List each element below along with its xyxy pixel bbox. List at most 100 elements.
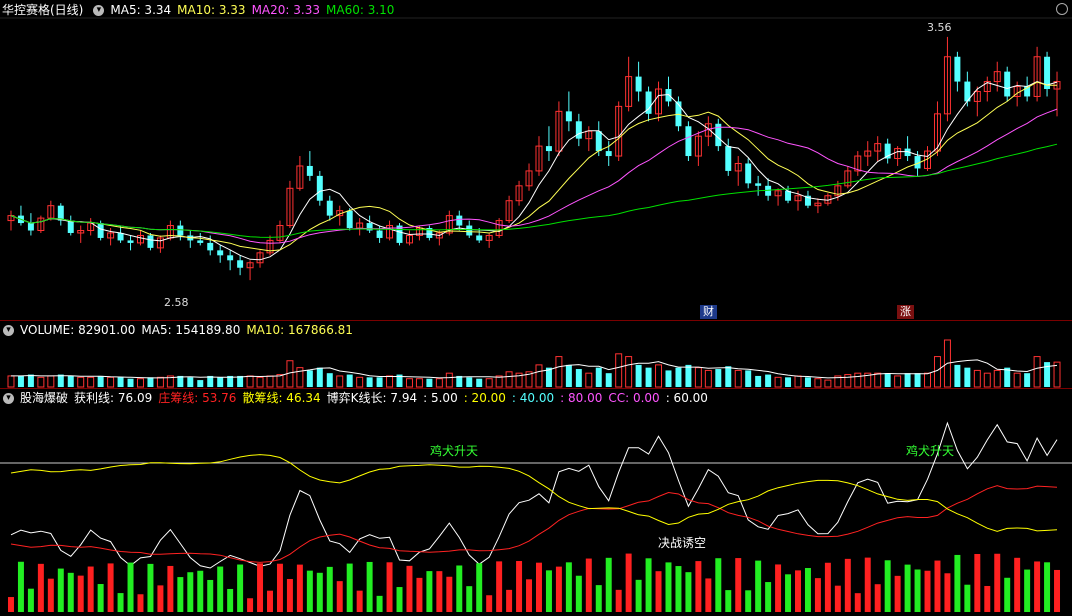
volume-bar bbox=[47, 375, 55, 388]
histogram-bar bbox=[615, 589, 622, 612]
histogram-bar bbox=[785, 574, 792, 612]
volume-bar bbox=[306, 370, 313, 387]
histogram-bar bbox=[396, 587, 403, 612]
histogram-bar bbox=[147, 563, 154, 612]
histogram-bar bbox=[844, 558, 851, 612]
volume-bar bbox=[884, 373, 891, 387]
volume-bar bbox=[127, 378, 134, 387]
histogram-bar bbox=[814, 578, 821, 612]
histogram-bar bbox=[735, 558, 742, 612]
volume-bar bbox=[595, 367, 602, 387]
histogram-bar bbox=[685, 572, 692, 612]
volume-bar bbox=[435, 378, 443, 388]
histogram-bar bbox=[625, 553, 632, 612]
candle-body bbox=[306, 165, 313, 176]
histogram-bar bbox=[725, 590, 732, 612]
volume-bar bbox=[854, 372, 862, 388]
histogram-bar bbox=[346, 563, 353, 612]
histogram-bar bbox=[804, 568, 811, 612]
gain-line bbox=[10, 421, 1058, 569]
candle-body bbox=[326, 200, 333, 216]
histogram-bar bbox=[874, 584, 881, 612]
ma20-line bbox=[10, 108, 1058, 244]
volume-bar bbox=[266, 375, 274, 388]
finance-marker[interactable]: 财 bbox=[700, 305, 717, 319]
histogram-bar bbox=[964, 584, 971, 612]
histogram-bar bbox=[526, 579, 533, 612]
volume-bar bbox=[107, 376, 115, 388]
histogram-bar bbox=[984, 585, 991, 612]
histogram-bar bbox=[715, 558, 722, 612]
volume-bar bbox=[904, 373, 911, 387]
histogram-bar bbox=[446, 576, 453, 612]
volume-bar bbox=[366, 377, 373, 387]
volume-bar bbox=[237, 375, 244, 387]
volume-bar bbox=[964, 367, 971, 387]
volume-bar bbox=[535, 364, 543, 388]
volume-bar bbox=[685, 364, 692, 387]
annotation-3: 决战诱空 bbox=[658, 536, 707, 550]
histogram-bar bbox=[376, 595, 383, 612]
volume-bar bbox=[217, 377, 224, 387]
histogram-bar bbox=[645, 558, 652, 612]
volume-bar bbox=[555, 356, 563, 388]
volume-bar bbox=[645, 367, 652, 387]
candle-body bbox=[197, 240, 204, 243]
volume-bar bbox=[774, 376, 782, 388]
volume-bar bbox=[37, 376, 45, 388]
candle-body bbox=[237, 260, 244, 268]
candle-body bbox=[954, 56, 961, 82]
histogram-bar bbox=[7, 597, 14, 612]
volume-bar bbox=[87, 376, 95, 388]
histogram-bar bbox=[914, 569, 921, 612]
histogram-bar bbox=[267, 590, 273, 612]
histogram-bar bbox=[1014, 557, 1021, 612]
histogram-bar bbox=[765, 582, 772, 612]
histogram-bar bbox=[1034, 561, 1041, 612]
candle-body bbox=[217, 250, 224, 256]
volume-bar bbox=[207, 375, 214, 387]
candle-body bbox=[67, 220, 74, 233]
histogram-bar bbox=[565, 562, 572, 612]
volume-bar bbox=[725, 366, 732, 387]
volume-bar bbox=[197, 380, 204, 387]
volume-bar bbox=[137, 378, 144, 388]
candle-body bbox=[755, 183, 762, 186]
histogram-bar bbox=[197, 570, 204, 612]
volume-bar bbox=[1024, 373, 1031, 387]
volume-bar bbox=[1033, 356, 1041, 388]
histogram-bar bbox=[974, 553, 981, 612]
candle-body bbox=[117, 232, 124, 241]
histogram-bar bbox=[476, 563, 483, 612]
candle-body bbox=[665, 89, 672, 102]
retail-line bbox=[10, 454, 1058, 532]
histogram-bar bbox=[516, 561, 523, 612]
histogram-bar bbox=[426, 571, 433, 612]
rise-marker[interactable]: 涨 bbox=[897, 305, 914, 319]
candle-body bbox=[97, 223, 104, 238]
histogram-bar bbox=[286, 578, 293, 612]
histogram-bar bbox=[276, 563, 283, 612]
candle-body bbox=[227, 255, 234, 261]
volume-bar bbox=[874, 372, 882, 388]
histogram-bar bbox=[67, 572, 74, 612]
histogram-bar bbox=[386, 562, 393, 612]
volume-bar bbox=[415, 378, 423, 388]
histogram-bar bbox=[247, 598, 254, 612]
volume-bar bbox=[445, 372, 453, 388]
volume-bar bbox=[804, 377, 811, 387]
histogram-bar bbox=[187, 572, 194, 612]
volume-ma5-line bbox=[11, 359, 1058, 379]
histogram-bar bbox=[1004, 577, 1011, 612]
volume-bar bbox=[356, 376, 364, 388]
histogram-bar bbox=[257, 563, 264, 612]
histogram-bar bbox=[237, 564, 244, 612]
volume-bar bbox=[326, 373, 333, 387]
histogram-bar bbox=[824, 562, 831, 612]
histogram-bar bbox=[1024, 569, 1031, 612]
histogram-bar bbox=[107, 563, 114, 612]
volume-bar bbox=[745, 370, 752, 387]
histogram-bar bbox=[775, 564, 782, 612]
candle-body bbox=[1004, 71, 1011, 97]
histogram-bar bbox=[506, 589, 513, 612]
